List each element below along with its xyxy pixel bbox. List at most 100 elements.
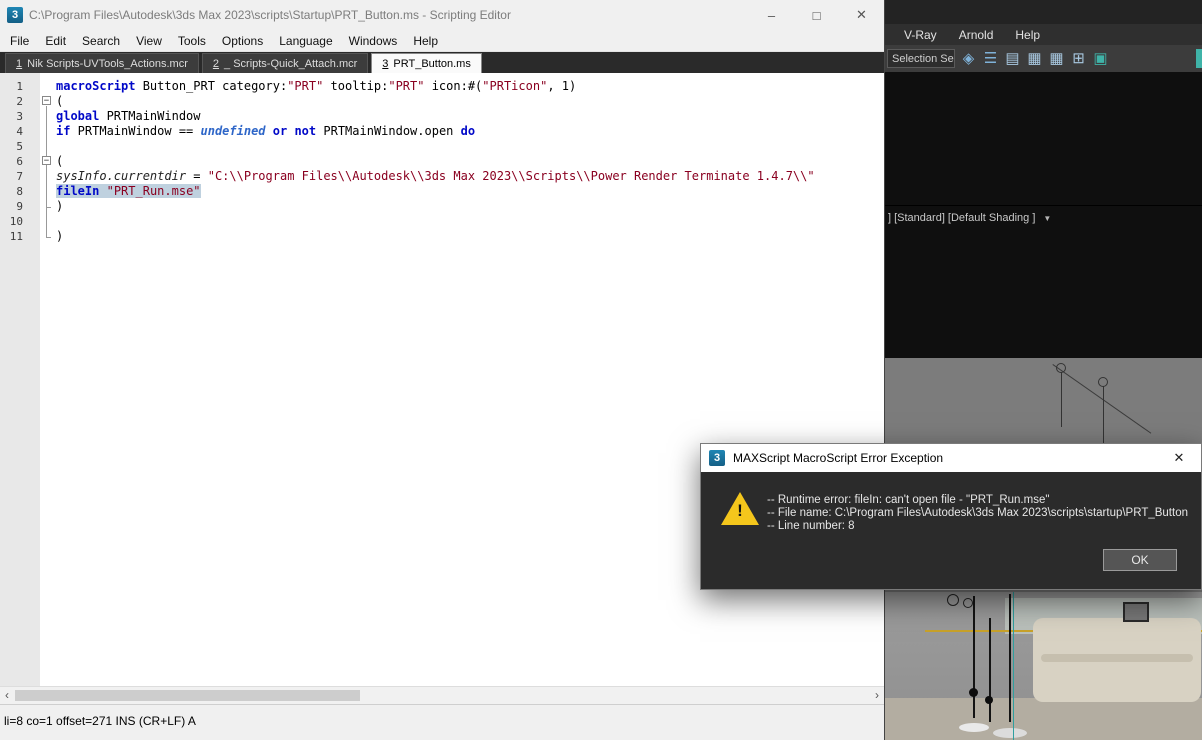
max-menu-arnold[interactable]: Arnold xyxy=(948,28,1005,42)
tab-label: PRT_Button.ms xyxy=(393,58,470,70)
code-line[interactable]: ) xyxy=(56,199,884,214)
menu-language[interactable]: Language xyxy=(271,34,340,48)
dialog-title: MAXScript MacroScript Error Exception xyxy=(733,451,1165,465)
selection-set-dropdown[interactable]: Selection Se ▾ xyxy=(887,49,955,68)
viewport-shading-label[interactable]: ] [Standard] [Default Shading ] ▼ xyxy=(888,212,1051,224)
menu-windows[interactable]: Windows xyxy=(341,34,406,48)
code-line[interactable] xyxy=(56,214,884,229)
render-setup-icon[interactable]: ▣ xyxy=(1091,49,1110,68)
render-wall-frame xyxy=(1123,602,1149,622)
line-number: 9 xyxy=(0,199,40,214)
render-couch-seat xyxy=(1041,654,1193,662)
fold-marker-icon[interactable]: − xyxy=(42,96,51,105)
warning-exclamation: ! xyxy=(721,501,759,521)
selection-set-value: Selection Se xyxy=(892,53,954,65)
manage-layers-icon[interactable]: ☰ xyxy=(981,49,1000,68)
max-window: V-RayArnoldHelp Selection Se ▾ ◈☰▤▦▦⊞▣ ]… xyxy=(885,0,1202,740)
render-lamp-bulb xyxy=(985,696,993,704)
line-number: 6 xyxy=(0,154,40,169)
minimize-button[interactable]: – xyxy=(749,0,794,30)
render-axis-line xyxy=(1013,592,1014,740)
material-editor-icon[interactable]: ⊞ xyxy=(1069,49,1088,68)
dialog-body: ! -- Runtime error: fileIn: can't open f… xyxy=(701,472,1201,589)
dialog-close-icon[interactable]: ✕ xyxy=(1165,450,1193,466)
tab-label: _ Scripts-Quick_Attach.mcr xyxy=(224,58,357,70)
code-line[interactable]: ) xyxy=(56,229,884,244)
max-menubar: V-RayArnoldHelp xyxy=(885,24,1202,45)
close-button[interactable]: ✕ xyxy=(839,0,884,30)
dialog-message-line: -- Runtime error: fileIn: can't open fil… xyxy=(767,494,1189,507)
layer-explorer-icon[interactable]: ▦ xyxy=(1047,49,1066,68)
render-chandelier xyxy=(947,594,959,606)
dialog-message-line: -- Line number: 8 xyxy=(767,520,1189,533)
line-number: 1 xyxy=(0,79,40,94)
wireframe-lamp-bulb xyxy=(1056,363,1066,373)
fold-line xyxy=(46,207,51,208)
max-titlebar xyxy=(885,0,1202,24)
tab-prt-button-ms[interactable]: 3 PRT_Button.ms xyxy=(371,53,482,73)
wireframe-line xyxy=(1052,364,1151,434)
viewport-divider xyxy=(885,205,1202,206)
code-line[interactable]: macroScript Button_PRT category:"PRT" to… xyxy=(56,79,884,94)
render-lamp-pole xyxy=(973,596,975,718)
wireframe-lamp-bulb xyxy=(1098,377,1108,387)
menu-edit[interactable]: Edit xyxy=(37,34,74,48)
scroll-left-icon[interactable]: ‹ xyxy=(0,687,14,704)
max-menu-v-ray[interactable]: V-Ray xyxy=(893,28,948,42)
scroll-right-icon[interactable]: › xyxy=(870,687,884,704)
render-lamp-base xyxy=(993,728,1027,738)
fold-marker-icon[interactable]: − xyxy=(42,156,51,165)
tab-label: Nik Scripts-UVTools_Actions.mcr xyxy=(27,58,188,70)
line-number: 3 xyxy=(0,109,40,124)
menu-options[interactable]: Options xyxy=(214,34,271,48)
code-line[interactable]: fileIn "PRT_Run.mse" xyxy=(56,184,884,199)
menu-file[interactable]: File xyxy=(2,34,37,48)
fold-line xyxy=(46,166,47,207)
toggle-ribbon-icon[interactable]: ▤ xyxy=(1003,49,1022,68)
dialog-titlebar[interactable]: 3 MAXScript MacroScript Error Exception … xyxy=(701,444,1201,472)
code-line[interactable] xyxy=(56,139,884,154)
code-line[interactable]: global PRTMainWindow xyxy=(56,109,884,124)
window-title: C:\Program Files\Autodesk\3ds Max 2023\s… xyxy=(29,8,749,22)
scene-explorer-icon[interactable]: ▦ xyxy=(1025,49,1044,68)
tab-number: 3 xyxy=(382,58,388,70)
tab--scripts-quick-attach-mcr[interactable]: 2_ Scripts-Quick_Attach.mcr xyxy=(202,53,368,73)
status-text: li=8 co=1 offset=271 INS (CR+LF) A xyxy=(4,714,196,728)
status-bar: li=8 co=1 offset=271 INS (CR+LF) A xyxy=(0,704,884,740)
select-region-icon[interactable]: ◈ xyxy=(959,49,978,68)
fold-line xyxy=(46,237,51,238)
render-chandelier xyxy=(963,598,973,608)
line-number: 5 xyxy=(0,139,40,154)
code-lines: macroScript Button_PRT category:"PRT" to… xyxy=(56,79,884,244)
max-toolbar-icons: ◈☰▤▦▦⊞▣ xyxy=(959,49,1110,68)
line-number: 7 xyxy=(0,169,40,184)
menu-tools[interactable]: Tools xyxy=(170,34,214,48)
error-dialog: 3 MAXScript MacroScript Error Exception … xyxy=(700,443,1202,590)
maximize-button[interactable]: □ xyxy=(794,0,839,30)
editor-titlebar[interactable]: 3 C:\Program Files\Autodesk\3ds Max 2023… xyxy=(0,0,884,30)
dialog-message: -- Runtime error: fileIn: can't open fil… xyxy=(767,494,1189,533)
ok-button[interactable]: OK xyxy=(1103,549,1177,571)
chevron-down-icon: ▾ xyxy=(954,53,955,64)
render-lamp-base xyxy=(959,723,989,732)
viewport-dark[interactable]: ] [Standard] [Default Shading ] ▼ xyxy=(885,72,1202,358)
menu-search[interactable]: Search xyxy=(74,34,128,48)
code-area[interactable]: 1234567891011 −− macroScript Button_PRT … xyxy=(0,73,884,686)
menu-help[interactable]: Help xyxy=(405,34,446,48)
code-line[interactable]: sysInfo.currentdir = "C:\\Program Files\… xyxy=(56,169,884,184)
horizontal-scrollbar[interactable]: ‹ › xyxy=(0,686,884,704)
render-floor xyxy=(885,698,1202,740)
window-controls: – □ ✕ xyxy=(749,0,884,30)
viewport-render[interactable] xyxy=(885,592,1202,740)
code-line[interactable]: if PRTMainWindow == undefined or not PRT… xyxy=(56,124,884,139)
clipped-toolbar-icon[interactable] xyxy=(1196,49,1202,68)
max-toolbar: Selection Se ▾ ◈☰▤▦▦⊞▣ xyxy=(885,45,1202,72)
code-line[interactable]: ( xyxy=(56,154,884,169)
tab-nik-scripts-uvtools-actions-mcr[interactable]: 1Nik Scripts-UVTools_Actions.mcr xyxy=(5,53,199,73)
scrollbar-thumb[interactable] xyxy=(15,690,360,701)
scripting-editor-window: 3 C:\Program Files\Autodesk\3ds Max 2023… xyxy=(0,0,885,740)
code-line[interactable]: ( xyxy=(56,94,884,109)
menu-view[interactable]: View xyxy=(128,34,170,48)
line-number: 10 xyxy=(0,214,40,229)
max-menu-help[interactable]: Help xyxy=(1004,28,1051,42)
